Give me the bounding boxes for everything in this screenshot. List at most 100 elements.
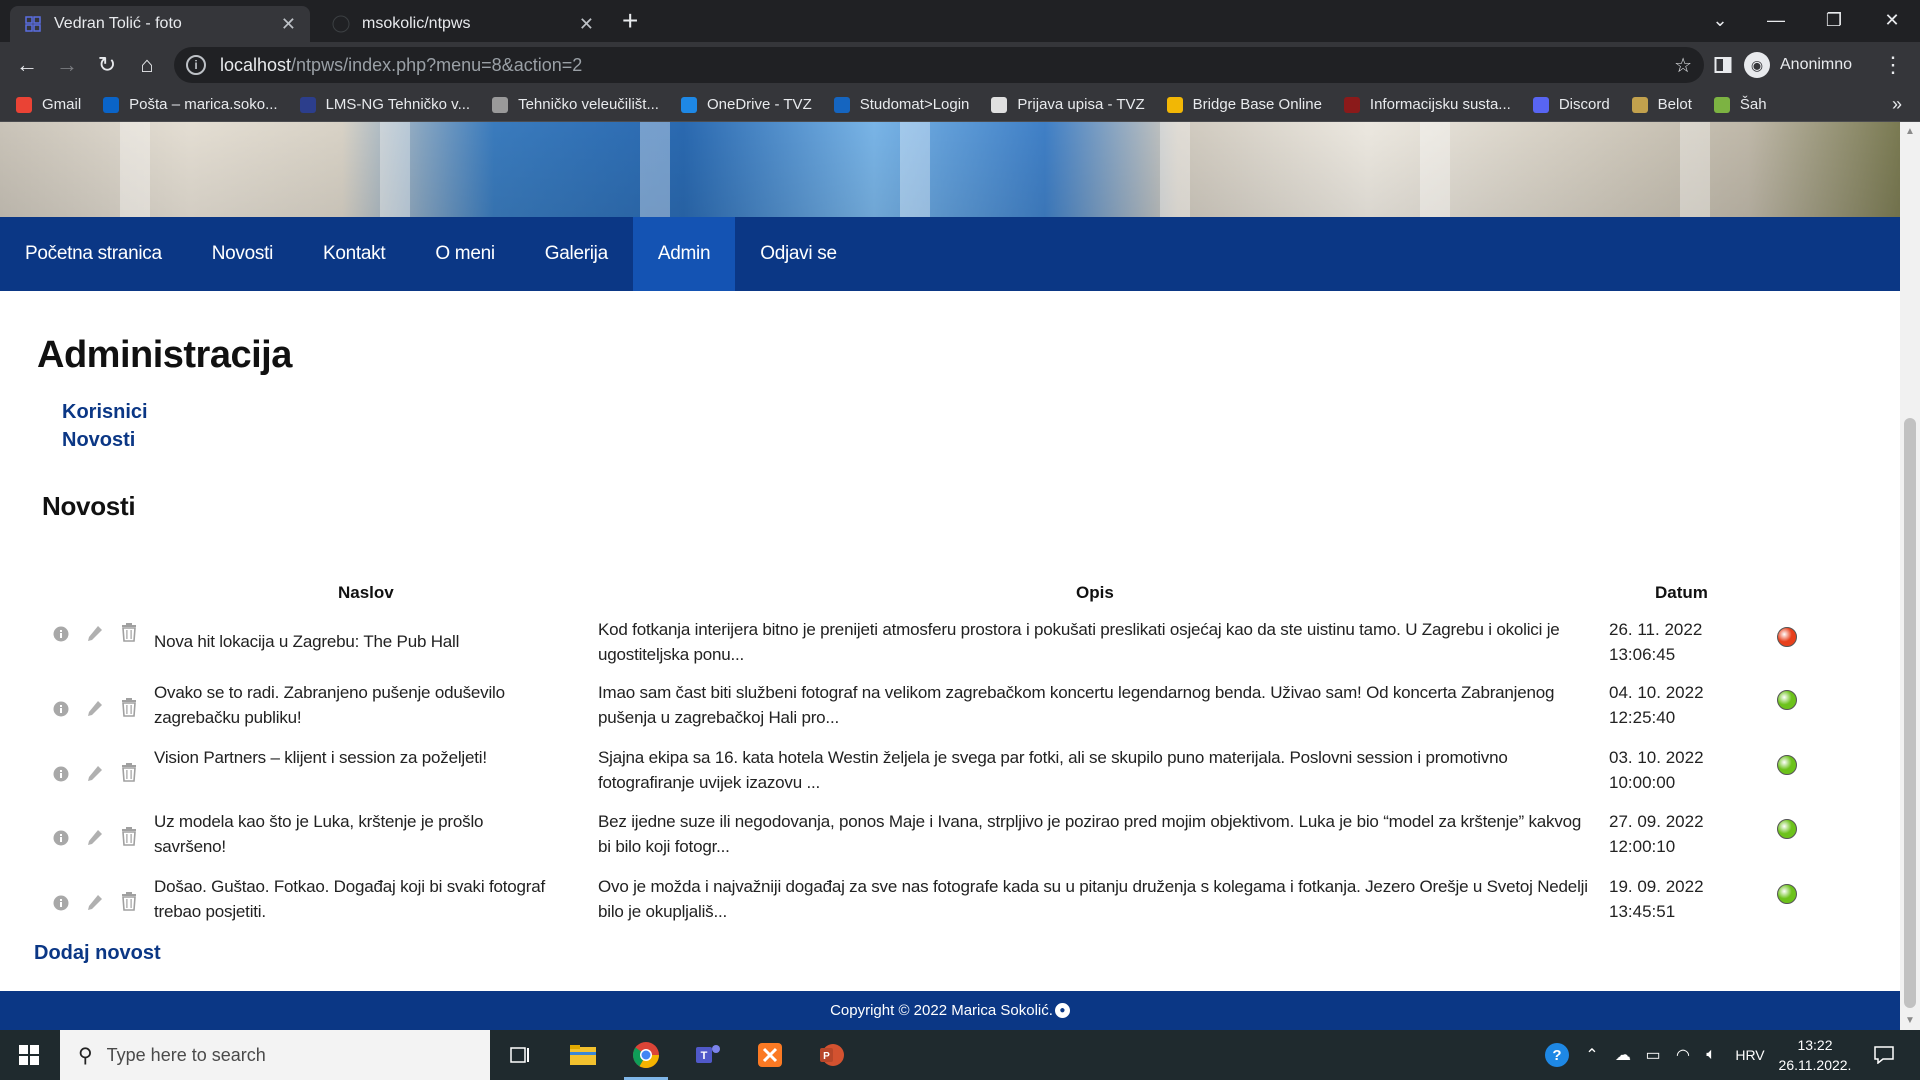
close-window-icon[interactable]: ✕	[1864, 0, 1920, 40]
task-view-icon[interactable]	[490, 1030, 550, 1080]
new-tab-plus-icon[interactable]: +	[622, 6, 638, 36]
nav-item[interactable]: Galerija	[520, 217, 633, 291]
nav-item[interactable]: O meni	[410, 217, 519, 291]
add-news-link[interactable]: Dodaj novost	[34, 942, 161, 965]
link-novosti[interactable]: Novosti	[62, 429, 135, 452]
delete-trash-icon[interactable]	[118, 890, 140, 912]
file-explorer-icon[interactable]	[553, 1030, 613, 1080]
news-date: 26. 11. 2022 13:06:45	[1609, 617, 1739, 667]
bookmark-label: OneDrive - TVZ	[706, 96, 812, 113]
news-title: Vision Partners – klijent i session za p…	[154, 748, 487, 767]
bookmark-item[interactable]: Tehničko veleučilišt...	[492, 96, 659, 113]
wifi-icon[interactable]: ◠	[1668, 1030, 1698, 1080]
bookmark-favicon-icon	[680, 96, 697, 113]
bookmark-star-icon[interactable]: ☆	[1674, 53, 1692, 78]
reload-icon[interactable]: ↻	[92, 50, 122, 80]
forward-arrow-icon[interactable]: →	[52, 50, 82, 80]
taskbar-clock[interactable]: 13:22 26.11.2022.	[1770, 1035, 1860, 1075]
minimize-icon[interactable]: —	[1748, 0, 1804, 40]
info-icon[interactable]	[50, 698, 72, 720]
nav-item[interactable]: Kontakt	[298, 217, 410, 291]
windows-taskbar: ⚲ Type here to search T P ? ⌃ ☁ ▭ ◠ 🔈︎ H…	[0, 1030, 1920, 1080]
scroll-up-arrow-icon[interactable]: ▲	[1900, 126, 1920, 137]
status-indicator-red[interactable]	[1777, 627, 1797, 647]
delete-trash-icon[interactable]	[118, 621, 140, 643]
profile-button[interactable]: ◉ Anonimno	[1744, 47, 1852, 83]
bookmark-item[interactable]: Gmail	[16, 96, 81, 113]
info-icon[interactable]	[50, 763, 72, 785]
bookmark-item[interactable]: Prijava upisa - TVZ	[991, 96, 1145, 113]
status-indicator-green[interactable]	[1777, 755, 1797, 775]
bookmark-item[interactable]: Bridge Base Online	[1166, 96, 1322, 113]
tab-msokolic-ntpws[interactable]: msokolic/ntpws ✕	[318, 6, 608, 42]
notifications-icon[interactable]	[1862, 1030, 1906, 1080]
status-indicator-green[interactable]	[1777, 690, 1797, 710]
close-tab-icon[interactable]: ✕	[579, 14, 594, 35]
delete-trash-icon[interactable]	[118, 761, 140, 783]
address-bar[interactable]: i localhost/ntpws/index.php?menu=8&actio…	[174, 47, 1704, 83]
windows-start-icon[interactable]	[0, 1030, 58, 1080]
chrome-icon[interactable]	[616, 1030, 676, 1080]
news-row: Ovako se to radi. Zabranjeno pušenje odu…	[0, 680, 1900, 744]
nav-item[interactable]: Admin	[632, 217, 736, 291]
bookmark-item[interactable]: Informacijsku susta...	[1343, 96, 1511, 113]
language-indicator[interactable]: HRV	[1728, 1030, 1772, 1080]
bookmark-item[interactable]: OneDrive - TVZ	[680, 96, 812, 113]
help-icon[interactable]: ?	[1540, 1030, 1574, 1080]
more-bookmarks-chevron-icon[interactable]: »	[1892, 94, 1902, 115]
edit-pencil-icon[interactable]	[84, 698, 106, 720]
news-date-day: 26. 11. 2022	[1609, 620, 1703, 639]
tab-search-chevron-icon[interactable]: ⌄	[1692, 0, 1748, 40]
delete-trash-icon[interactable]	[118, 696, 140, 718]
powerpoint-icon[interactable]: P	[802, 1030, 862, 1080]
delete-trash-icon[interactable]	[118, 825, 140, 847]
svg-text:P: P	[823, 1051, 830, 1062]
taskbar-search-box[interactable]: ⚲ Type here to search	[60, 1030, 490, 1080]
info-icon[interactable]	[50, 827, 72, 849]
link-korisnici[interactable]: Korisnici	[62, 401, 148, 424]
back-arrow-icon[interactable]: ←	[12, 50, 42, 80]
bookmark-item[interactable]: Discord	[1532, 96, 1610, 113]
bookmark-item[interactable]: Pošta – marica.soko...	[103, 96, 278, 113]
bookmark-item[interactable]: Belot	[1631, 96, 1692, 113]
scroll-down-arrow-icon[interactable]: ▼	[1900, 1015, 1920, 1026]
clock-date: 26.11.2022.	[1778, 1057, 1852, 1073]
nav-item[interactable]: Početna stranica	[0, 217, 187, 291]
teams-icon[interactable]: T	[678, 1030, 738, 1080]
edit-pencil-icon[interactable]	[84, 892, 106, 914]
bookmark-label: Tehničko veleučilišt...	[518, 96, 659, 113]
close-tab-icon[interactable]: ✕	[281, 14, 296, 35]
news-date: 03. 10. 2022 10:00:00	[1609, 745, 1739, 795]
bookmark-favicon-icon	[103, 96, 120, 113]
info-icon[interactable]	[50, 892, 72, 914]
xampp-icon[interactable]	[740, 1030, 800, 1080]
column-header-naslov: Naslov	[338, 583, 394, 602]
scrollbar-thumb[interactable]	[1904, 418, 1916, 1008]
bookmark-favicon-icon	[1713, 96, 1730, 113]
news-description: Ovo je možda i najvažniji događaj za sve…	[598, 877, 1588, 921]
tab-vedran-tolic[interactable]: Vedran Tolić - foto ✕	[10, 6, 310, 42]
github-icon[interactable]: ●	[1054, 1003, 1070, 1018]
home-icon[interactable]: ⌂	[132, 50, 162, 80]
restore-icon[interactable]: ❐	[1806, 0, 1862, 40]
battery-icon[interactable]: ▭	[1638, 1030, 1668, 1080]
nav-item[interactable]: Odjavi se	[735, 217, 862, 291]
status-indicator-green[interactable]	[1777, 884, 1797, 904]
info-icon[interactable]	[50, 623, 72, 645]
volume-icon[interactable]: 🔈︎	[1696, 1030, 1726, 1080]
page-scrollbar[interactable]: ▲ ▼	[1900, 122, 1920, 1030]
onedrive-icon[interactable]: ☁	[1608, 1030, 1638, 1080]
bookmark-item[interactable]: Šah	[1713, 96, 1767, 113]
site-info-icon[interactable]: i	[186, 55, 206, 75]
bookmark-label: Studomat>Login	[859, 96, 970, 113]
nav-item[interactable]: Novosti	[187, 217, 298, 291]
edit-pencil-icon[interactable]	[84, 827, 106, 849]
side-panel-icon[interactable]	[1708, 50, 1738, 80]
menu-kebab-icon[interactable]: ⋮	[1878, 50, 1908, 80]
edit-pencil-icon[interactable]	[84, 763, 106, 785]
edit-pencil-icon[interactable]	[84, 623, 106, 645]
bookmark-item[interactable]: Studomat>Login	[833, 96, 970, 113]
show-hidden-icons-chevron-icon[interactable]: ⌃	[1580, 1030, 1604, 1080]
bookmark-item[interactable]: LMS-NG Tehničko v...	[299, 96, 470, 113]
status-indicator-green[interactable]	[1777, 819, 1797, 839]
